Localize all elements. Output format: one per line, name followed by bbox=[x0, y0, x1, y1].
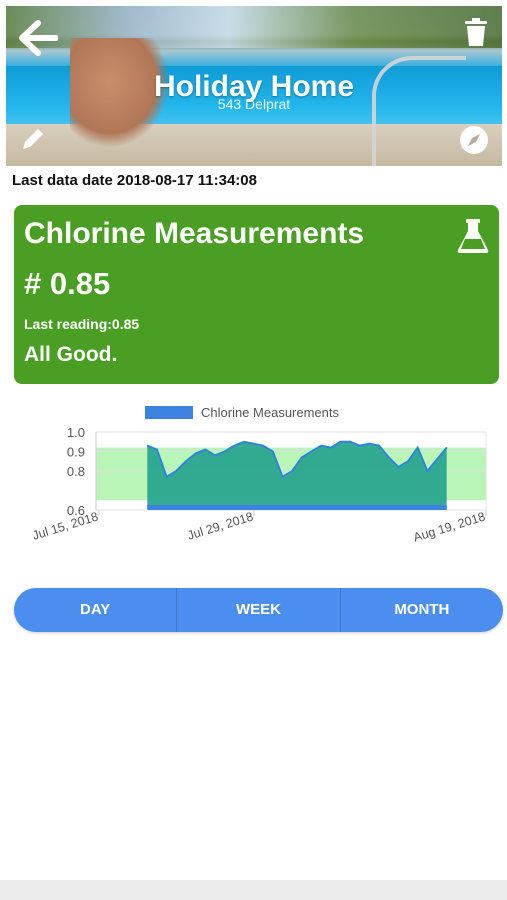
chart-container: Chlorine Measurements 0.6 0.8 0.9 1.0 Jul 15,… bbox=[0, 395, 507, 575]
data-point bbox=[426, 470, 428, 472]
card-title: Chlorine Measurements bbox=[24, 217, 365, 250]
data-point bbox=[166, 476, 168, 478]
data-point bbox=[320, 445, 322, 447]
data-point bbox=[291, 470, 293, 472]
data-point bbox=[378, 445, 380, 447]
data-point bbox=[388, 456, 390, 458]
data-point bbox=[175, 470, 177, 472]
legend-label: Chlorine Measurements bbox=[201, 405, 340, 420]
data-point bbox=[214, 454, 216, 456]
trash-icon bbox=[465, 18, 487, 46]
week-button[interactable]: WEEK bbox=[176, 588, 339, 632]
data-point bbox=[185, 460, 187, 462]
card-value: # 0.85 bbox=[24, 266, 111, 301]
location-button[interactable] bbox=[458, 124, 490, 161]
data-point bbox=[204, 448, 206, 451]
data-point bbox=[146, 445, 148, 447]
data-point bbox=[156, 448, 158, 451]
last-data-date-label: Last data date bbox=[12, 172, 113, 189]
page-subtitle: 543 Delprat bbox=[217, 96, 291, 112]
data-point bbox=[446, 447, 448, 449]
header-image: Holiday Home 543 Delprat bbox=[6, 6, 502, 166]
data-point bbox=[436, 458, 438, 460]
back-button[interactable] bbox=[18, 20, 59, 61]
data-point bbox=[349, 441, 351, 443]
data-point bbox=[195, 452, 197, 455]
compass-icon bbox=[460, 126, 488, 154]
data-point bbox=[243, 441, 245, 443]
y-tick-label: 0.9 bbox=[67, 445, 85, 460]
data-point bbox=[310, 450, 313, 453]
month-button[interactable]: MONTH bbox=[339, 588, 503, 632]
delete-button[interactable] bbox=[464, 18, 488, 51]
last-data-date: Last data date 2018-08-17 11:34:08 bbox=[12, 172, 257, 189]
data-point bbox=[359, 445, 361, 447]
x-tick-label: Jul 15, 2018 bbox=[31, 509, 100, 542]
data-point bbox=[272, 450, 274, 453]
bottom-bar bbox=[0, 880, 507, 900]
day-button[interactable]: DAY bbox=[14, 588, 176, 632]
data-point bbox=[339, 441, 342, 443]
edit-button[interactable] bbox=[20, 126, 46, 157]
flask-icon bbox=[457, 219, 489, 253]
last-data-date-value: 2018-08-17 11:34:08 bbox=[116, 172, 257, 189]
series-baseline bbox=[147, 505, 447, 510]
data-point bbox=[397, 466, 399, 468]
x-tick-label: Jul 29, 2018 bbox=[186, 509, 255, 542]
data-point bbox=[301, 456, 303, 458]
chlorine-chart: Chlorine Measurements0.60.80.91.0Jul 15,… bbox=[31, 405, 487, 545]
card-status: All Good. bbox=[24, 343, 118, 366]
y-tick-label: 0.8 bbox=[67, 464, 85, 479]
data-point bbox=[233, 445, 235, 447]
card-last-reading: Last reading:0.85 bbox=[24, 316, 140, 332]
range-selector: DAY WEEK MONTH bbox=[14, 588, 503, 632]
data-point bbox=[330, 447, 332, 449]
data-point bbox=[368, 443, 371, 445]
pencil-icon bbox=[23, 129, 43, 149]
arrow-left-icon bbox=[19, 20, 59, 56]
data-point bbox=[262, 445, 264, 447]
data-point bbox=[252, 443, 255, 445]
data-point bbox=[281, 476, 284, 478]
x-tick-label: Aug 19, 2018 bbox=[412, 509, 487, 544]
data-point bbox=[223, 450, 226, 453]
data-point bbox=[407, 460, 409, 462]
legend-swatch bbox=[145, 406, 193, 419]
y-tick-label: 1.0 bbox=[67, 425, 85, 440]
data-point bbox=[417, 447, 419, 449]
chlorine-card[interactable]: Chlorine Measurements # 0.85 Last readin… bbox=[14, 205, 499, 384]
